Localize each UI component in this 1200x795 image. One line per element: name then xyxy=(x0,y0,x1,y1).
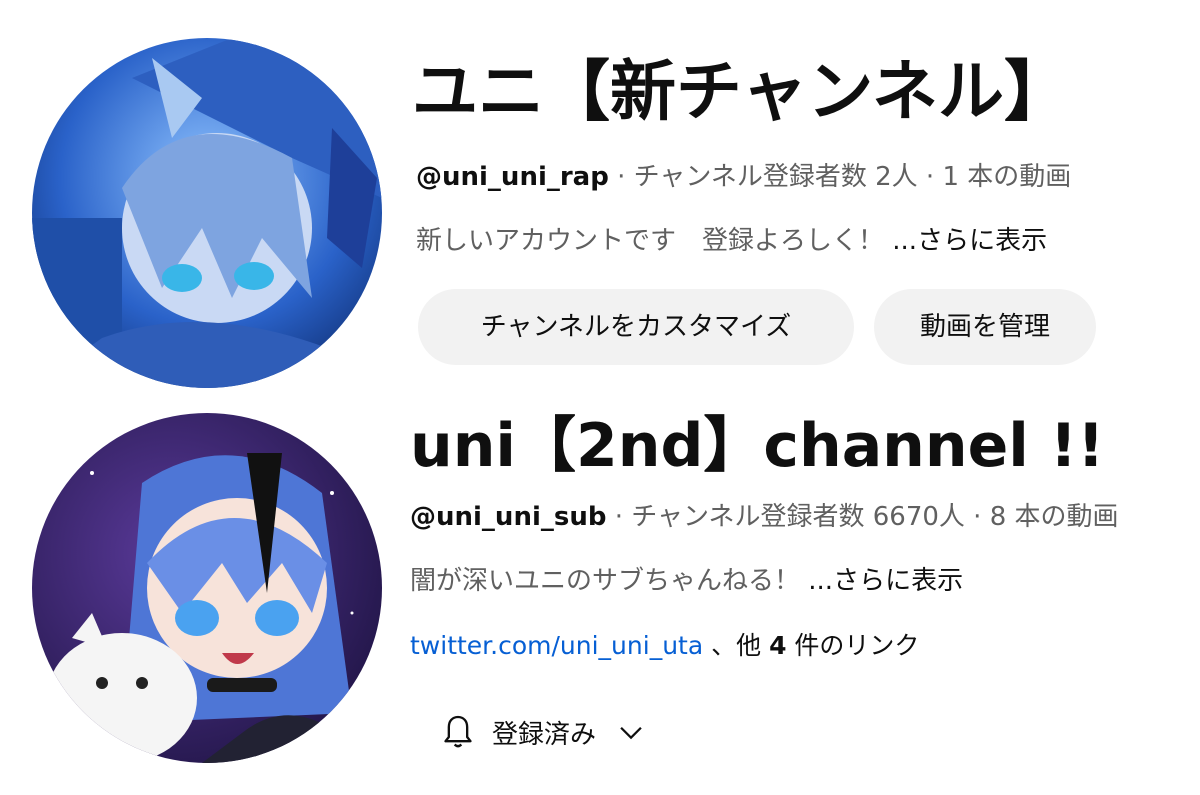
channel-stats-2: · チャンネル登録者数 6670人 · 8 本の動画 xyxy=(606,502,1119,532)
channel-meta-2: @uni_uni_sub · チャンネル登録者数 6670人 · 8 本の動画 xyxy=(410,500,1119,534)
channel-avatar-1[interactable] xyxy=(32,38,382,388)
channel-stats-1: · チャンネル登録者数 2人 · 1 本の動画 xyxy=(608,162,1072,192)
links-separator: 、他 xyxy=(703,631,770,660)
channel-description-1[interactable]: 新しいアカウントです 登録よろしく！ ...さらに表示 xyxy=(416,224,1047,258)
channel-avatar-2[interactable] xyxy=(32,413,382,763)
channel-title-2: uni【2nd】channel !! xyxy=(410,411,1105,481)
show-more-link-2[interactable]: ...さらに表示 xyxy=(800,566,963,596)
notification-bell-icon xyxy=(444,715,472,748)
twitter-link[interactable]: twitter.com/uni_uni_uta xyxy=(410,631,703,660)
customize-channel-button[interactable]: チャンネルをカスタマイズ xyxy=(418,289,854,365)
subscribed-button[interactable]: 登録済み xyxy=(432,696,692,768)
description-text-1: 新しいアカウントです 登録よろしく！ xyxy=(416,226,885,256)
channel-title-1: ユニ【新チャンネル】 xyxy=(412,53,1071,130)
channel-handle-1: @uni_uni_rap xyxy=(416,162,609,192)
links-count[interactable]: 4 xyxy=(769,631,786,660)
links-suffix[interactable]: 件のリンク xyxy=(786,631,919,660)
channel-handle-2: @uni_uni_sub xyxy=(410,502,607,532)
channel-meta-1: @uni_uni_rap · チャンネル登録者数 2人 · 1 本の動画 xyxy=(416,160,1071,194)
chevron-down-icon xyxy=(620,726,642,740)
subscribed-label: 登録済み xyxy=(492,719,597,750)
channel-links: twitter.com/uni_uni_uta 、他 4 件のリンク xyxy=(410,629,919,663)
description-text-2: 闇が深いユニのサブちゃんねる！ xyxy=(410,566,801,596)
manage-videos-button[interactable]: 動画を管理 xyxy=(874,289,1096,365)
channel-description-2[interactable]: 闇が深いユニのサブちゃんねる！ ...さらに表示 xyxy=(410,564,963,598)
show-more-link-1[interactable]: ...さらに表示 xyxy=(884,226,1047,256)
